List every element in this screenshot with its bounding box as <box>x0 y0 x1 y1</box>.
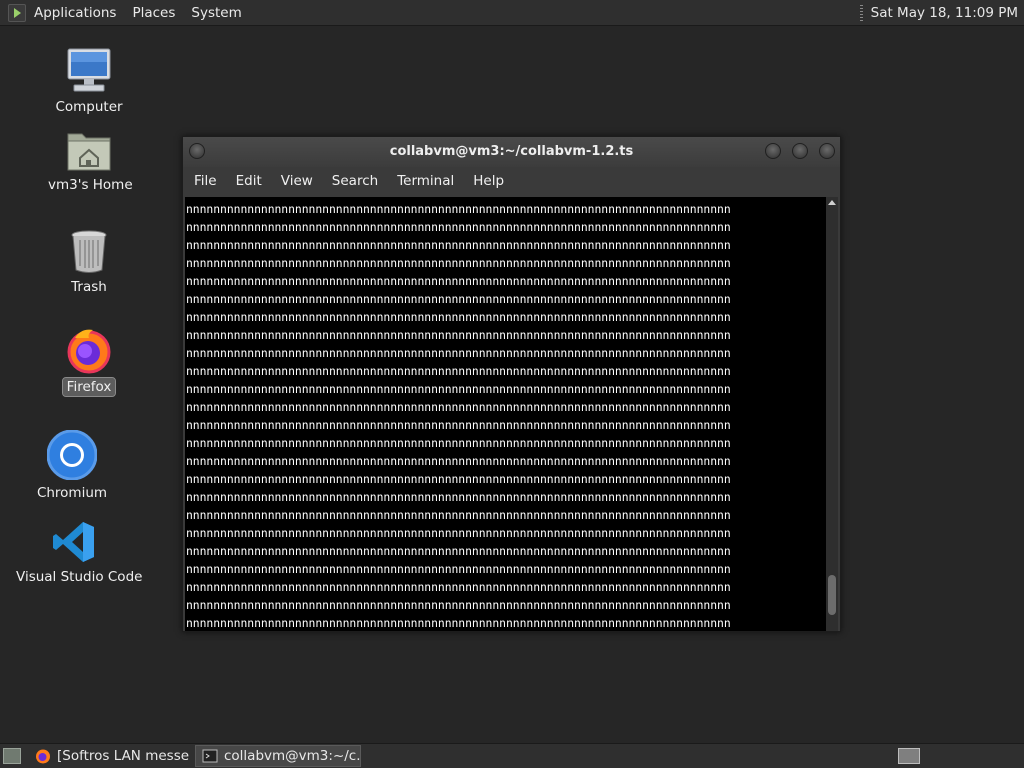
taskbar-item-softros[interactable]: [Softros LAN messe... <box>29 745 189 767</box>
desktop-icon-label: Computer <box>55 99 123 115</box>
taskbar-item-label: collabvm@vm3:~/c... <box>224 748 361 764</box>
terminal-output-line: nnnnnnnnnnnnnnnnnnnnnnnnnnnnnnnnnnnnnnnn… <box>186 544 731 558</box>
window-title: collabvm@vm3:~/collabvm-1.2.ts <box>389 144 634 159</box>
menu-system[interactable]: System <box>183 5 249 21</box>
menu-places[interactable]: Places <box>124 5 183 21</box>
terminal-output-line: nnnnnnnnnnnnnnnnnnnnnnnnnnnnnnnnnnnnnnnn… <box>186 202 731 216</box>
terminal-titlebar[interactable]: collabvm@vm3:~/collabvm-1.2.ts <box>183 137 840 167</box>
menu-file[interactable]: File <box>186 173 225 189</box>
vscode-icon <box>52 520 96 564</box>
terminal-output-line: nnnnnnnnnnnnnnnnnnnnnnnnnnnnnnnnnnnnnnnn… <box>186 382 731 396</box>
terminal-icon <box>202 749 218 763</box>
menu-edit[interactable]: Edit <box>228 173 270 189</box>
terminal-output-line: nnnnnnnnnnnnnnnnnnnnnnnnnnnnnnnnnnnnnnnn… <box>186 364 731 378</box>
terminal-window: collabvm@vm3:~/collabvm-1.2.ts File Edit… <box>182 136 841 632</box>
terminal-output-line: nnnnnnnnnnnnnnnnnnnnnnnnnnnnnnnnnnnnnnnn… <box>186 490 731 504</box>
terminal-output-line: nnnnnnnnnnnnnnnnnnnnnnnnnnnnnnnnnnnnnnnn… <box>186 616 731 630</box>
taskbar-item-label: [Softros LAN messe... <box>57 748 189 764</box>
terminal-output-area[interactable]: nnnnnnnnnnnnnnnnnnnnnnnnnnnnnnnnnnnnnnnn… <box>185 197 826 631</box>
terminal-output-lines: nnnnnnnnnnnnnnnnnnnnnnnnnnnnnnnnnnnnnnnn… <box>186 202 731 630</box>
desktop-icon-label: Chromium <box>36 485 108 501</box>
terminal-output-line: nnnnnnnnnnnnnnnnnnnnnnnnnnnnnnnnnnnnnnnn… <box>186 346 731 360</box>
terminal-output-line: nnnnnnnnnnnnnnnnnnnnnnnnnnnnnnnnnnnnnnnn… <box>186 454 731 468</box>
desktop-icon-label: vm3's Home <box>48 177 133 193</box>
computer-icon <box>65 46 113 94</box>
terminal-output-line: nnnnnnnnnnnnnnnnnnnnnnnnnnnnnnnnnnnnnnnn… <box>186 256 731 270</box>
firefox-icon <box>65 326 113 374</box>
menu-search[interactable]: Search <box>324 173 386 189</box>
desktop-icon-computer[interactable]: Computer <box>48 46 130 116</box>
terminal-menubar: File Edit View Search Terminal Help <box>183 167 840 195</box>
workspace-switcher[interactable] <box>898 748 920 764</box>
trash-icon <box>69 228 109 274</box>
chromium-icon <box>46 429 98 481</box>
desktop-icon-firefox[interactable]: Firefox <box>56 326 122 397</box>
menu-help[interactable]: Help <box>465 173 512 189</box>
terminal-output-line: nnnnnnnnnnnnnnnnnnnnnnnnnnnnnnnnnnnnnnnn… <box>186 274 731 288</box>
bottom-panel: [Softros LAN messe... collabvm@vm3:~/c..… <box>0 743 1024 768</box>
close-icon[interactable] <box>819 143 835 159</box>
taskbar-item-terminal[interactable]: collabvm@vm3:~/c... <box>195 745 361 767</box>
terminal-output-line: nnnnnnnnnnnnnnnnnnnnnnnnnnnnnnnnnnnnnnnn… <box>186 562 731 576</box>
terminal-output-line: nnnnnnnnnnnnnnnnnnnnnnnnnnnnnnnnnnnnnnnn… <box>186 526 731 540</box>
firefox-icon <box>36 749 50 764</box>
clock-area: Sat May 18, 11:09 PM <box>859 4 1024 21</box>
home-folder-icon <box>66 128 112 172</box>
show-desktop-icon[interactable] <box>3 748 21 764</box>
terminal-output-line: nnnnnnnnnnnnnnnnnnnnnnnnnnnnnnnnnnnnnnnn… <box>186 418 731 432</box>
menu-applications[interactable]: Applications <box>32 5 124 21</box>
scroll-up-icon[interactable] <box>828 200 836 205</box>
terminal-output-line: nnnnnnnnnnnnnnnnnnnnnnnnnnnnnnnnnnnnnnnn… <box>186 472 731 486</box>
terminal-output-line: nnnnnnnnnnnnnnnnnnnnnnnnnnnnnnnnnnnnnnnn… <box>186 400 731 414</box>
panel-handle-icon[interactable] <box>859 4 863 21</box>
terminal-output-line: nnnnnnnnnnnnnnnnnnnnnnnnnnnnnnnnnnnnnnnn… <box>186 328 731 342</box>
terminal-output-line: nnnnnnnnnnnnnnnnnnnnnnnnnnnnnnnnnnnnnnnn… <box>186 292 731 306</box>
menu-view[interactable]: View <box>273 173 321 189</box>
terminal-output-line: nnnnnnnnnnnnnnnnnnnnnnnnnnnnnnnnnnnnnnnn… <box>186 220 731 234</box>
desktop-icon-vscode[interactable]: Visual Studio Code <box>12 520 142 586</box>
terminal-output-line: nnnnnnnnnnnnnnnnnnnnnnnnnnnnnnnnnnnnnnnn… <box>186 238 731 252</box>
desktop-icon-label: Trash <box>71 279 107 295</box>
terminal-text: nnnnnnnnnnnnnnnnnnnnnnnnnnnnnnnnnnnnnnnn… <box>186 200 731 631</box>
minimize-icon[interactable] <box>765 143 781 159</box>
terminal-output-line: nnnnnnnnnnnnnnnnnnnnnnnnnnnnnnnnnnnnnnnn… <box>186 598 731 612</box>
terminal-output-line: nnnnnnnnnnnnnnnnnnnnnnnnnnnnnnnnnnnnnnnn… <box>186 580 731 594</box>
desktop-icon-home[interactable]: vm3's Home <box>44 128 134 194</box>
terminal-output-line: nnnnnnnnnnnnnnnnnnnnnnnnnnnnnnnnnnnnnnnn… <box>186 310 731 324</box>
desktop-icon-trash[interactable]: Trash <box>58 228 120 296</box>
clock[interactable]: Sat May 18, 11:09 PM <box>871 5 1018 21</box>
menu-terminal[interactable]: Terminal <box>389 173 462 189</box>
top-panel: Applications Places System Sat May 18, 1… <box>0 0 1024 26</box>
terminal-output-line: nnnnnnnnnnnnnnnnnnnnnnnnnnnnnnnnnnnnnnnn… <box>186 508 731 522</box>
scrollbar-thumb[interactable] <box>828 575 836 615</box>
terminal-output-line: nnnnnnnnnnnnnnnnnnnnnnnnnnnnnnnnnnnnnnnn… <box>186 436 731 450</box>
desktop-icon-chromium[interactable]: Chromium <box>30 429 114 502</box>
desktop-icon-label: Firefox <box>61 377 117 397</box>
maximize-icon[interactable] <box>792 143 808 159</box>
desktop-icon-label: Visual Studio Code <box>16 569 143 585</box>
applications-menu-icon[interactable] <box>8 3 26 22</box>
terminal-scrollbar[interactable] <box>826 197 838 631</box>
